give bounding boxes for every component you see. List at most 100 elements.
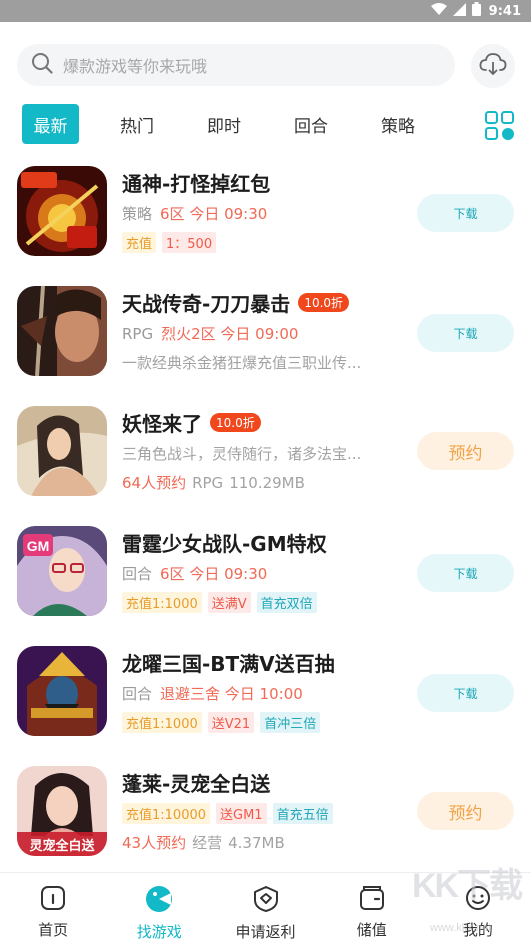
game-title: 雷霆少女战队-GM特权 [122, 532, 327, 556]
list-item[interactable]: 龙曜三国-BT满V送百抽 回合 退避三舍 今日 10:00 充值1:1000 送V… [0, 640, 531, 750]
game-tags: 充值1:10000 送GM1 首充五倍 [122, 803, 333, 824]
tag: 首充五倍 [272, 803, 333, 824]
red-envelope-game-icon [17, 166, 107, 256]
game-info: RPG 烈火2区 今日 09:00 [122, 323, 298, 344]
signal-icon [452, 2, 466, 20]
wallet-icon [359, 885, 385, 915]
tag: 充值1:1000 [122, 592, 202, 613]
tab-realtime[interactable]: 即时 [203, 104, 245, 144]
search-input[interactable]: 爆款游戏等你来玩哦 [17, 44, 455, 86]
game-meta: 64人预约 RPG 110.29MB [122, 472, 305, 493]
game-type: RPG [192, 473, 224, 492]
tag: 1：500 [162, 232, 217, 253]
tag: 首冲三倍 [260, 712, 321, 733]
game-title: 妖怪来了 10.0折 [122, 408, 261, 437]
discount-badge: 10.0折 [210, 413, 261, 432]
battery-icon [471, 2, 481, 20]
search-icon [31, 52, 53, 78]
nav-label: 首页 [38, 921, 69, 939]
game-title: 蓬莱-灵宠全白送 [122, 772, 271, 796]
tag: 充值1:10000 [122, 803, 211, 824]
game-tags: 充值1:1000 送满V 首充双倍 [122, 592, 317, 613]
discount-badge: 10.0折 [298, 293, 350, 312]
tag: 充值 [122, 232, 157, 253]
cloud-download-icon [479, 52, 507, 80]
game-size: 110.29MB [229, 473, 305, 492]
game-type: 回合 [122, 685, 153, 703]
game-tags: 充值1:1000 送V21 首冲三倍 [122, 712, 321, 733]
tab-label: 即时 [207, 116, 241, 137]
game-server: 烈火2区 今日 09:00 [161, 325, 299, 343]
game-type: RPG [122, 325, 154, 343]
download-manager-button[interactable] [471, 44, 515, 88]
watermark-url: www.kkx.net [430, 922, 492, 934]
tab-turn-based[interactable]: 回合 [290, 104, 332, 144]
list-item[interactable]: 灵宠全白送 蓬莱-灵宠全白送 充值1:10000 送GM1 首充五倍 43人预约… [0, 760, 531, 870]
game-type: 经营 [192, 834, 223, 852]
tag: 送V21 [207, 712, 255, 733]
rebate-shield-icon [253, 885, 279, 917]
download-button[interactable]: 下载 [417, 554, 514, 592]
download-button[interactable]: 下载 [417, 674, 514, 712]
game-tags: 充值 1：500 [122, 232, 217, 253]
fairy-game-icon [17, 406, 107, 496]
tag: 首充双倍 [256, 592, 317, 613]
search-row: 爆款游戏等你来玩哦 [0, 40, 531, 92]
wifi-icon [430, 3, 447, 19]
list-item[interactable]: 妖怪来了 10.0折 三角色战斗，灵侍随行，诸多法宝... 64人预约 RPG 1… [0, 400, 531, 510]
game-server: 6区 今日 09:30 [160, 205, 268, 223]
svg-text:GM: GM [27, 538, 50, 554]
search-placeholder: 爆款游戏等你来玩哦 [63, 57, 208, 76]
game-title: 龙曜三国-BT满V送百抽 [122, 652, 335, 676]
download-button[interactable]: 下载 [417, 194, 514, 232]
grid-icon[interactable] [484, 110, 516, 142]
tab-label: 策略 [381, 116, 415, 137]
nav-rebate[interactable]: 申请返利 [212, 873, 318, 944]
list-item[interactable]: 天战传奇-刀刀暴击 10.0折 RPG 烈火2区 今日 09:00 一款经典杀金猪狂… [0, 280, 531, 390]
three-kingdoms-game-icon [17, 646, 107, 736]
tab-label: 热门 [120, 116, 154, 137]
game-desc: 一款经典杀金猪狂爆充值三职业传... [122, 354, 362, 372]
tag: 送满V [207, 592, 251, 613]
game-title: 通神-打怪掉红包 [122, 172, 271, 196]
game-type: 策略 [122, 205, 153, 223]
status-time: 9:41 [488, 3, 521, 19]
anime-girl-game-icon: GM [17, 526, 107, 616]
game-title: 天战传奇-刀刀暴击 10.0折 [122, 288, 350, 317]
tag: 送GM1 [216, 803, 267, 824]
nav-label: 找游戏 [136, 923, 182, 941]
game-server: 退避三舍 今日 10:00 [160, 685, 303, 703]
watermark-logo: KK下载 [412, 867, 523, 905]
tab-latest[interactable]: 最新 [22, 104, 79, 144]
game-info: 回合 6区 今日 09:30 [122, 563, 267, 584]
home-icon [40, 885, 66, 915]
nav-home[interactable]: 首页 [0, 873, 106, 944]
appointment-count: 43人预约 [122, 834, 187, 852]
game-find-icon [145, 885, 173, 917]
game-type: 回合 [122, 565, 153, 583]
tab-hot[interactable]: 热门 [116, 104, 158, 144]
game-info: 回合 退避三舍 今日 10:00 [122, 683, 303, 704]
watermark: KK下载 www.kkx.net [410, 858, 528, 942]
game-size: 4.37MB [228, 833, 285, 852]
status-bar: 9:41 [0, 0, 531, 22]
category-tabs: 最新 热门 即时 回合 策略 [0, 100, 531, 150]
download-button[interactable]: 下载 [417, 314, 514, 352]
reserve-button[interactable]: 预约 [417, 432, 514, 470]
game-desc: 三角色战斗，灵侍随行，诸多法宝... [122, 445, 362, 463]
svg-text:灵宠全白送: 灵宠全白送 [29, 838, 95, 854]
tab-strategy[interactable]: 策略 [377, 104, 419, 144]
tab-label: 回合 [294, 116, 328, 137]
game-info: 策略 6区 今日 09:30 [122, 203, 267, 224]
nav-wallet[interactable]: 储值 [319, 873, 425, 944]
nav-label: 申请返利 [235, 923, 296, 941]
reserve-button[interactable]: 预约 [417, 792, 514, 830]
warrior-game-icon [17, 286, 107, 376]
game-meta: 43人预约 经营 4.37MB [122, 832, 285, 853]
list-item[interactable]: GM 雷霆少女战队-GM特权 回合 6区 今日 09:30 充值1:1000 送满… [0, 520, 531, 630]
appointment-count: 64人预约 [122, 474, 187, 492]
nav-find-games[interactable]: 找游戏 [106, 873, 212, 944]
game-server: 6区 今日 09:30 [160, 565, 268, 583]
list-item[interactable]: 通神-打怪掉红包 策略 6区 今日 09:30 充值 1：500 下载 [0, 160, 531, 270]
penglai-game-icon: 灵宠全白送 [17, 766, 107, 856]
